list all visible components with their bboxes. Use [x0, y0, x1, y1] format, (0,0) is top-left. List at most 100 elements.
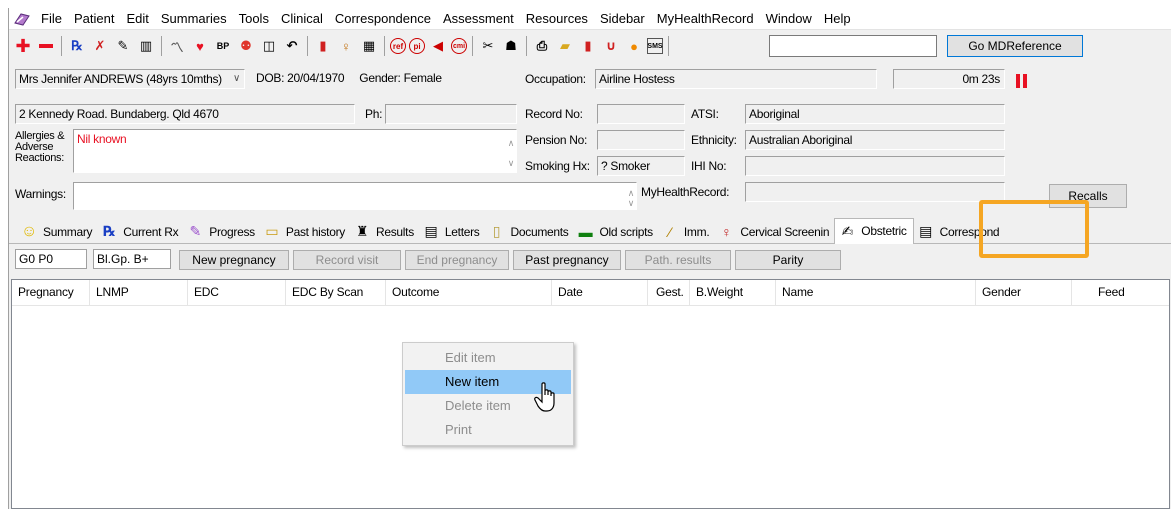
- person-icon[interactable]: ☗: [501, 36, 521, 56]
- sms-icon[interactable]: SMS: [647, 38, 663, 54]
- tab-results[interactable]: ♜ Results: [350, 221, 419, 243]
- print-icon[interactable]: ⎙: [532, 36, 552, 56]
- orange-circle-icon[interactable]: ●: [624, 36, 644, 56]
- menu-patient[interactable]: Patient: [68, 11, 120, 26]
- speaker-icon[interactable]: ◀: [428, 36, 448, 56]
- scroll-down-icon[interactable]: ∨: [508, 154, 515, 172]
- tab-correspondence[interactable]: ▤ Correspond: [914, 221, 1005, 243]
- menu-resources[interactable]: Resources: [520, 11, 594, 26]
- reference-search-input[interactable]: [769, 35, 937, 57]
- ecg-icon[interactable]: 〽: [167, 36, 187, 56]
- remove-icon[interactable]: [36, 36, 56, 56]
- column-edc[interactable]: EDC: [188, 280, 286, 306]
- progress-icon: ✎: [189, 223, 202, 239]
- bottle-red-icon[interactable]: ▮: [578, 36, 598, 56]
- menu-window[interactable]: Window: [760, 11, 818, 26]
- tab-summary-label: Summary: [43, 224, 93, 239]
- go-mdreference-button[interactable]: Go MDReference: [947, 35, 1083, 57]
- occupation-field: Airline Hostess: [595, 69, 877, 89]
- blood-pressure-icon[interactable]: BP: [213, 36, 233, 56]
- scissors-icon[interactable]: ✂: [478, 36, 498, 56]
- heart-icon[interactable]: ♥: [190, 36, 210, 56]
- tab-old-scripts[interactable]: ▬ Old scripts: [574, 221, 658, 243]
- allergies-field[interactable]: Nil known ∧ ∨: [73, 129, 517, 173]
- tab-letters-label: Letters: [444, 224, 480, 239]
- pi-icon[interactable]: pi: [409, 38, 425, 54]
- bottle-icon[interactable]: ▮: [313, 36, 333, 56]
- ref-icon[interactable]: ref: [390, 38, 406, 54]
- column-feed[interactable]: Feed: [1092, 280, 1171, 306]
- tab-imm[interactable]: ⁄ Imm.: [658, 221, 714, 243]
- tab-correspond-label: Correspond: [939, 224, 1000, 239]
- tab-obstetric[interactable]: ✍ Obstetric: [834, 217, 914, 244]
- growth-chart-icon[interactable]: ▦: [359, 36, 379, 56]
- path-results-button[interactable]: Path. results: [625, 250, 731, 270]
- stomach-icon[interactable]: ◫: [259, 36, 279, 56]
- column-name[interactable]: Name: [776, 280, 976, 306]
- scroll-up-icon[interactable]: ∧: [508, 134, 515, 152]
- prescription-icon[interactable]: ℞: [67, 36, 87, 56]
- record-visit-button[interactable]: Record visit: [293, 250, 401, 270]
- app-logo-icon[interactable]: [13, 11, 31, 27]
- female-symbol-icon: ♀: [721, 223, 732, 240]
- menu-sidebar[interactable]: Sidebar: [594, 11, 651, 26]
- parity-button[interactable]: Parity: [735, 250, 841, 270]
- pause-icon[interactable]: [1013, 72, 1029, 90]
- past-pregnancy-button[interactable]: Past pregnancy: [513, 250, 621, 270]
- patient-name: Mrs Jennifer ANDREWS (48yrs 10mths): [19, 72, 222, 86]
- menu-help[interactable]: Help: [818, 11, 857, 26]
- column-date[interactable]: Date: [552, 280, 648, 306]
- pregnancy-list[interactable]: Pregnancy LNMP EDC EDC By Scan Outcome D…: [11, 279, 1170, 509]
- tab-results-label: Results: [375, 224, 414, 239]
- add-icon[interactable]: ✚: [13, 36, 33, 56]
- immunisation-icon[interactable]: ♀: [336, 36, 356, 56]
- recalls-button[interactable]: Recalls: [1049, 184, 1127, 208]
- tab-documents[interactable]: ▯ Documents: [485, 221, 574, 243]
- menu-summaries[interactable]: Summaries: [155, 11, 233, 26]
- menu-assessment[interactable]: Assessment: [437, 11, 520, 26]
- tab-progress[interactable]: ✎ Progress: [183, 221, 260, 243]
- ethnicity-label: Ethnicity:: [691, 133, 737, 147]
- column-gender[interactable]: Gender: [976, 280, 1072, 306]
- tab-past-history[interactable]: ▭ Past history: [260, 221, 350, 243]
- book-icon[interactable]: ▥: [136, 36, 156, 56]
- menu-file[interactable]: File: [35, 11, 68, 26]
- tab-current-rx[interactable]: ℞ Current Rx: [97, 221, 183, 243]
- context-print[interactable]: Print: [405, 418, 571, 442]
- column-outcome[interactable]: Outcome: [386, 280, 552, 306]
- progress-notes-icon[interactable]: ✗: [90, 36, 110, 56]
- mhr-field: [745, 182, 1005, 202]
- menu-myhealthrecord[interactable]: MyHealthRecord: [651, 11, 760, 26]
- menu-edit[interactable]: Edit: [120, 11, 154, 26]
- magnet-icon[interactable]: ∪: [601, 36, 621, 56]
- column-pregnancy[interactable]: Pregnancy: [12, 280, 90, 306]
- allergies-label: Allergies & Adverse Reactions:: [15, 130, 65, 164]
- cmi-icon[interactable]: cmi: [451, 38, 467, 54]
- pen-notes-icon[interactable]: ✎: [113, 36, 133, 56]
- tab-letters[interactable]: ▤ Letters: [419, 221, 485, 243]
- menu-bar: File Patient Edit Summaries Tools Clinic…: [9, 8, 1171, 30]
- menu-correspondence[interactable]: Correspondence: [329, 11, 437, 26]
- warnings-field[interactable]: ∧ ∨: [73, 182, 637, 210]
- dob-field: DOB: 20/04/1970 Gender: Female: [253, 69, 523, 89]
- smoking-field: ? Smoker: [597, 156, 685, 176]
- column-edc-by-scan[interactable]: EDC By Scan: [286, 280, 386, 306]
- tab-summary[interactable]: ☺ Summary: [17, 221, 97, 243]
- patient-name-combo[interactable]: Mrs Jennifer ANDREWS (48yrs 10mths) ∨: [15, 69, 245, 89]
- menu-tools[interactable]: Tools: [233, 11, 275, 26]
- column-bweight[interactable]: B.Weight: [690, 280, 776, 306]
- end-pregnancy-button[interactable]: End pregnancy: [405, 250, 509, 270]
- scroll-down-icon[interactable]: ∨: [628, 194, 635, 209]
- tab-cervical-screening[interactable]: ♀ Cervical Screenin: [714, 221, 834, 243]
- menu-clinical[interactable]: Clinical: [275, 11, 329, 26]
- ear-icon[interactable]: ↶: [282, 36, 302, 56]
- column-gest[interactable]: Gest.: [648, 280, 690, 306]
- chevron-down-icon[interactable]: ∨: [233, 70, 240, 88]
- atsi-field: Aboriginal: [745, 104, 1005, 124]
- new-pregnancy-button[interactable]: New pregnancy: [179, 250, 289, 270]
- open-folder-icon[interactable]: ▰: [555, 36, 575, 56]
- column-lnmp[interactable]: LNMP: [90, 280, 188, 306]
- context-edit-item[interactable]: Edit item: [405, 346, 571, 370]
- lungs-icon[interactable]: ⚉: [236, 36, 256, 56]
- tab-progress-label: Progress: [209, 224, 255, 239]
